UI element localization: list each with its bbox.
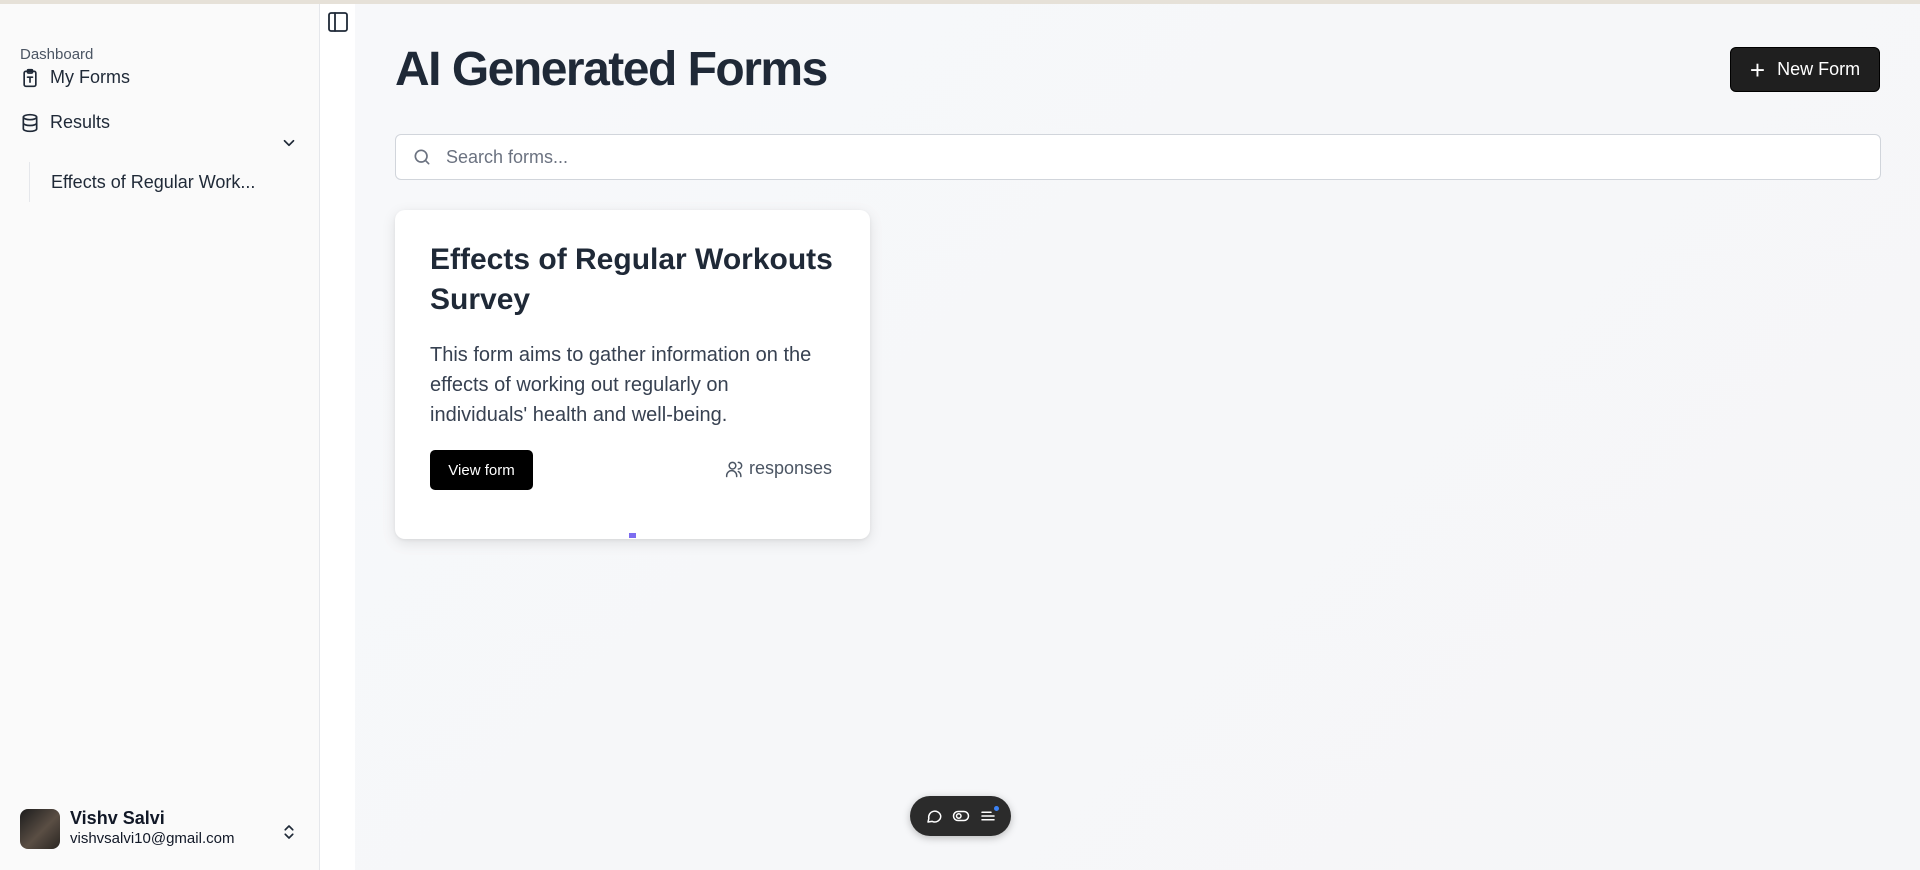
responses-label: responses	[749, 458, 833, 478]
user-name: Vishv Salvi	[70, 808, 165, 828]
search-bar	[395, 134, 1881, 180]
sidebar: Dashboard My Forms Results Effects of Re…	[0, 4, 320, 870]
floating-toolbar	[910, 796, 1011, 836]
new-form-label: New Form	[1777, 59, 1861, 79]
form-card: Effects of Regular Workouts Survey This …	[395, 210, 870, 539]
responses-count: responses	[725, 458, 832, 479]
chevrons-up-down-icon[interactable]	[280, 822, 298, 842]
card-indicator	[629, 533, 636, 538]
user-profile[interactable]: Vishv Salvi vishvsalvi10@gmail.com	[20, 808, 234, 849]
search-input[interactable]	[446, 146, 1880, 168]
toggle-icon[interactable]	[952, 807, 970, 825]
user-email: vishvsalvi10@gmail.com	[70, 830, 235, 847]
sidebar-subitem-form-result[interactable]: Effects of Regular Work...	[29, 162, 255, 202]
avatar	[20, 808, 60, 849]
view-form-button[interactable]: View form	[430, 450, 533, 490]
database-icon	[20, 113, 40, 133]
new-form-button[interactable]: + New Form	[1730, 47, 1880, 92]
sidebar-item-label: Results	[50, 112, 111, 132]
form-card-description: This form aims to gather information on …	[430, 344, 812, 426]
search-icon	[412, 147, 432, 167]
users-icon	[725, 459, 745, 479]
sidebar-section-label: Dashboard	[20, 46, 94, 63]
form-card-title: Effects of Regular Workouts Survey	[430, 243, 833, 316]
sidebar-item-my-forms[interactable]: My Forms	[20, 67, 130, 88]
notification-dot	[993, 806, 999, 811]
sidebar-item-results[interactable]: Results	[20, 112, 110, 133]
sidebar-toggle-icon[interactable]	[326, 10, 350, 34]
comment-icon[interactable]	[925, 807, 943, 825]
menu-icon[interactable]	[979, 806, 999, 825]
page-title: AI Generated Forms	[395, 43, 828, 96]
chevron-down-icon[interactable]	[280, 134, 298, 152]
plus-icon: +	[1749, 54, 1766, 85]
sidebar-item-label: My Forms	[50, 67, 130, 87]
clipboard-icon	[20, 68, 40, 88]
